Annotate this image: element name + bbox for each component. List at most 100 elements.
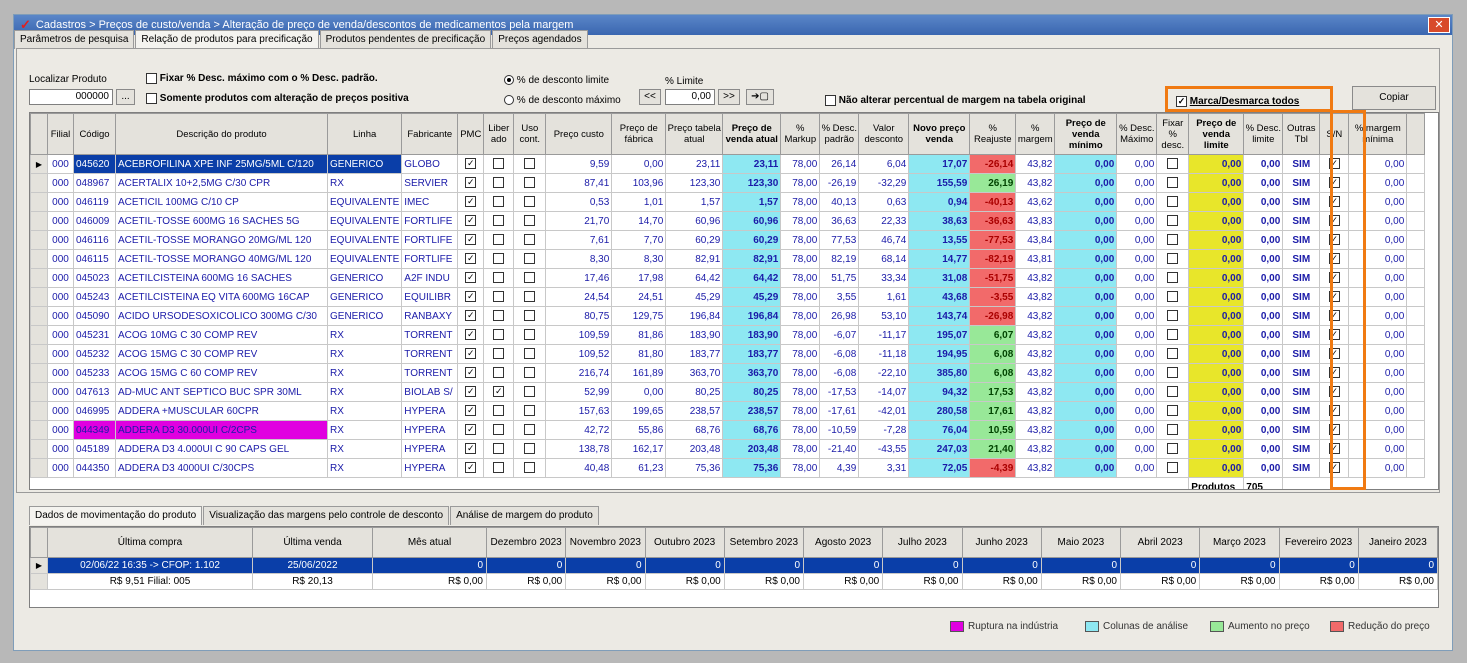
- column-header[interactable]: Filial: [47, 113, 74, 155]
- cell-liberado[interactable]: [483, 154, 515, 174]
- row-indicator[interactable]: [30, 325, 48, 345]
- cell-pmc-checkbox[interactable]: ✓: [465, 443, 477, 455]
- table-row[interactable]: 000 044349 ADDERA D3 30.000UI C/2CPS RX HYPE…: [30, 420, 1426, 440]
- column-header[interactable]: % Reajuste: [969, 113, 1017, 155]
- column-header[interactable]: PMC: [457, 113, 485, 155]
- cell-fixar[interactable]: [1156, 287, 1190, 307]
- column-header[interactable]: Código: [73, 113, 116, 155]
- next-button[interactable]: >>: [718, 89, 740, 105]
- cell-fixar[interactable]: [1156, 211, 1190, 231]
- cell-liberado-checkbox[interactable]: [493, 253, 505, 265]
- cell-uso-cont[interactable]: [513, 439, 547, 459]
- cell-fixar-checkbox[interactable]: [1167, 386, 1179, 398]
- cell-uso-cont-checkbox[interactable]: [524, 462, 536, 474]
- row-indicator[interactable]: [30, 268, 48, 288]
- cell-pmc[interactable]: ✓: [457, 458, 485, 478]
- cell-uso-cont-checkbox[interactable]: [524, 215, 536, 227]
- cell-pmc-checkbox[interactable]: ✓: [465, 291, 477, 303]
- cell-pmc-checkbox[interactable]: ✓: [465, 405, 477, 417]
- only-positive-checkbox[interactable]: [146, 93, 157, 104]
- cell-liberado[interactable]: ✓: [483, 382, 515, 402]
- row-indicator[interactable]: [30, 230, 48, 250]
- cell-uso-cont-checkbox[interactable]: [524, 348, 536, 360]
- column-header[interactable]: % Markup: [780, 113, 821, 155]
- cell-uso-cont[interactable]: [513, 325, 547, 345]
- tab-analise[interactable]: Análise de margem do produto: [450, 506, 599, 525]
- cell-fixar[interactable]: [1156, 249, 1190, 269]
- cell-uso-cont[interactable]: [513, 420, 547, 440]
- cell-liberado[interactable]: [483, 173, 515, 193]
- column-header[interactable]: Fabricante: [401, 113, 459, 155]
- cell-fixar-checkbox[interactable]: [1167, 462, 1179, 474]
- cell-liberado[interactable]: [483, 192, 515, 212]
- cell-liberado-checkbox[interactable]: [493, 443, 505, 455]
- row-indicator[interactable]: [30, 287, 48, 307]
- cell-uso-cont-checkbox[interactable]: [524, 329, 536, 341]
- cell-uso-cont-checkbox[interactable]: [524, 253, 536, 265]
- column-header[interactable]: Preço de venda mínimo: [1054, 113, 1118, 155]
- column-header[interactable]: Descrição do produto: [115, 113, 328, 155]
- cell-liberado[interactable]: [483, 458, 515, 478]
- row-indicator[interactable]: [30, 211, 48, 231]
- cell-fixar-checkbox[interactable]: [1167, 158, 1179, 170]
- cell-liberado[interactable]: [483, 287, 515, 307]
- cell-fixar-checkbox[interactable]: [1167, 253, 1179, 265]
- tab-margens[interactable]: Visualização das margens pelo controle d…: [203, 506, 450, 525]
- table-row[interactable]: 000 044350 ADDERA D3 4000UI C/30CPS RX HYPER…: [30, 458, 1426, 478]
- fix-desc-option[interactable]: Fixar % Desc. máximo com o % Desc. padrã…: [146, 73, 378, 84]
- cell-pmc-checkbox[interactable]: ✓: [465, 386, 477, 398]
- column-header[interactable]: % Desc. padrão: [819, 113, 860, 155]
- cell-fixar[interactable]: [1156, 344, 1190, 364]
- cell-liberado-checkbox[interactable]: [493, 234, 505, 246]
- search-button[interactable]: ...: [116, 89, 135, 105]
- cell-liberado[interactable]: [483, 344, 515, 364]
- no-change-option[interactable]: Não alterar percentual de margem na tabe…: [825, 95, 1086, 106]
- cell-pmc-checkbox[interactable]: ✓: [465, 367, 477, 379]
- cell-pmc[interactable]: ✓: [457, 325, 485, 345]
- row-indicator[interactable]: [30, 192, 48, 212]
- prev-button[interactable]: <<: [639, 89, 661, 105]
- table-row[interactable]: 000 046119 ACETICIL 100MG C/10 CP EQUIVALEN…: [30, 192, 1426, 212]
- tab-pendentes[interactable]: Produtos pendentes de precificação: [319, 30, 492, 49]
- table-row[interactable]: 000 045023 ACETILCISTEINA 600MG 16 SACHES G…: [30, 268, 1426, 288]
- history-row[interactable]: R$ 9,51 Filial: 005 R$ 20,13 R$ 0,00 R$ 0,0…: [30, 573, 1438, 590]
- cell-pmc-checkbox[interactable]: ✓: [465, 424, 477, 436]
- fix-desc-checkbox[interactable]: [146, 73, 157, 84]
- cell-pmc[interactable]: ✓: [457, 401, 485, 421]
- row-indicator[interactable]: [30, 363, 48, 383]
- table-row[interactable]: 000 047613 AD-MUC ANT SEPTICO BUC SPR 30ML…: [30, 382, 1426, 402]
- cell-pmc[interactable]: ✓: [457, 268, 485, 288]
- row-indicator[interactable]: [30, 401, 48, 421]
- cell-uso-cont-checkbox[interactable]: [524, 196, 536, 208]
- cell-fixar[interactable]: [1156, 439, 1190, 459]
- cell-uso-cont-checkbox[interactable]: [524, 177, 536, 189]
- cell-fixar[interactable]: [1156, 363, 1190, 383]
- cell-liberado-checkbox[interactable]: [493, 215, 505, 227]
- cell-liberado-checkbox[interactable]: ✓: [493, 386, 505, 398]
- cell-liberado[interactable]: [483, 230, 515, 250]
- cell-fixar-checkbox[interactable]: [1167, 196, 1179, 208]
- column-header[interactable]: Outras Tbl: [1282, 113, 1321, 155]
- cell-fixar[interactable]: [1156, 458, 1190, 478]
- column-header[interactable]: Preço custo: [545, 113, 613, 155]
- row-indicator[interactable]: [30, 173, 48, 193]
- cell-fixar-checkbox[interactable]: [1167, 272, 1179, 284]
- cell-fixar-checkbox[interactable]: [1167, 424, 1179, 436]
- cell-pmc[interactable]: ✓: [457, 306, 485, 326]
- cell-liberado-checkbox[interactable]: [493, 196, 505, 208]
- cell-fixar[interactable]: [1156, 192, 1190, 212]
- cell-fixar[interactable]: [1156, 382, 1190, 402]
- cell-pmc[interactable]: ✓: [457, 173, 485, 193]
- table-row[interactable]: ▶ 000 045620 ACEBROFILINA XPE INF 25MG/5ML …: [30, 154, 1426, 174]
- cell-pmc[interactable]: ✓: [457, 344, 485, 364]
- cell-liberado-checkbox[interactable]: [493, 405, 505, 417]
- cell-uso-cont[interactable]: [513, 173, 547, 193]
- table-row[interactable]: 000 045231 ACOG 10MG C 30 COMP REV RX TORREN…: [30, 325, 1426, 345]
- cell-uso-cont-checkbox[interactable]: [524, 424, 536, 436]
- cell-pmc-checkbox[interactable]: ✓: [465, 272, 477, 284]
- cell-liberado-checkbox[interactable]: [493, 329, 505, 341]
- cell-liberado-checkbox[interactable]: [493, 367, 505, 379]
- cell-uso-cont-checkbox[interactable]: [524, 291, 536, 303]
- cell-fixar[interactable]: [1156, 154, 1190, 174]
- cell-fixar[interactable]: [1156, 230, 1190, 250]
